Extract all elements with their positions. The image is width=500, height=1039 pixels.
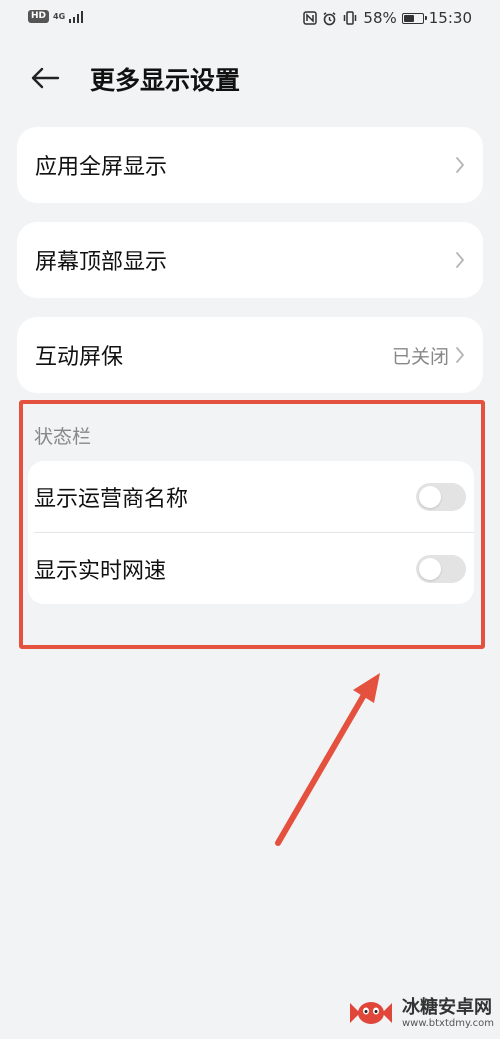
setting-label: 屏幕顶部显示 xyxy=(35,250,168,275)
watermark-name: 冰糖安卓网 xyxy=(401,996,492,1018)
clock: 15:30 xyxy=(428,9,472,27)
chevron-right-icon xyxy=(455,251,465,269)
alarm-icon xyxy=(322,11,337,26)
page-header: 更多显示设置 xyxy=(0,52,500,104)
setting-screen-top-display[interactable]: 屏幕顶部显示 xyxy=(17,222,483,298)
watermark: 冰糖安卓网 www.btxtdmy.com xyxy=(346,995,494,1031)
watermark-url: www.btxtdmy.com xyxy=(401,1017,494,1029)
status-bar: HD 4G 58% 15:30 xyxy=(0,0,500,38)
candy-logo-icon xyxy=(349,1002,392,1024)
hd-badge: HD xyxy=(28,10,50,23)
page-title: 更多显示设置 xyxy=(90,66,241,95)
battery-fill xyxy=(403,14,414,22)
vibrate-icon xyxy=(342,11,358,25)
highlight-box xyxy=(19,400,485,649)
network-type: 4G xyxy=(53,11,66,21)
chevron-right-icon xyxy=(455,156,465,174)
nfc-icon xyxy=(303,11,318,25)
chevron-right-icon xyxy=(455,346,465,364)
setting-interactive-screensaver[interactable]: 互动屏保 已关闭 xyxy=(17,317,483,393)
setting-label: 应用全屏显示 xyxy=(35,155,168,180)
status-bar-left: HD 4G xyxy=(28,10,84,23)
battery-icon xyxy=(401,12,427,24)
arrow-left-icon xyxy=(31,67,60,89)
setting-label: 互动屏保 xyxy=(35,345,124,370)
setting-app-fullscreen[interactable]: 应用全屏显示 xyxy=(17,127,483,203)
setting-value: 已关闭 xyxy=(391,345,449,368)
status-bar-right: 58% 15:30 xyxy=(303,9,472,27)
signal-icon xyxy=(69,10,84,23)
battery-percent: 58% xyxy=(363,9,397,27)
back-button[interactable] xyxy=(30,62,66,94)
